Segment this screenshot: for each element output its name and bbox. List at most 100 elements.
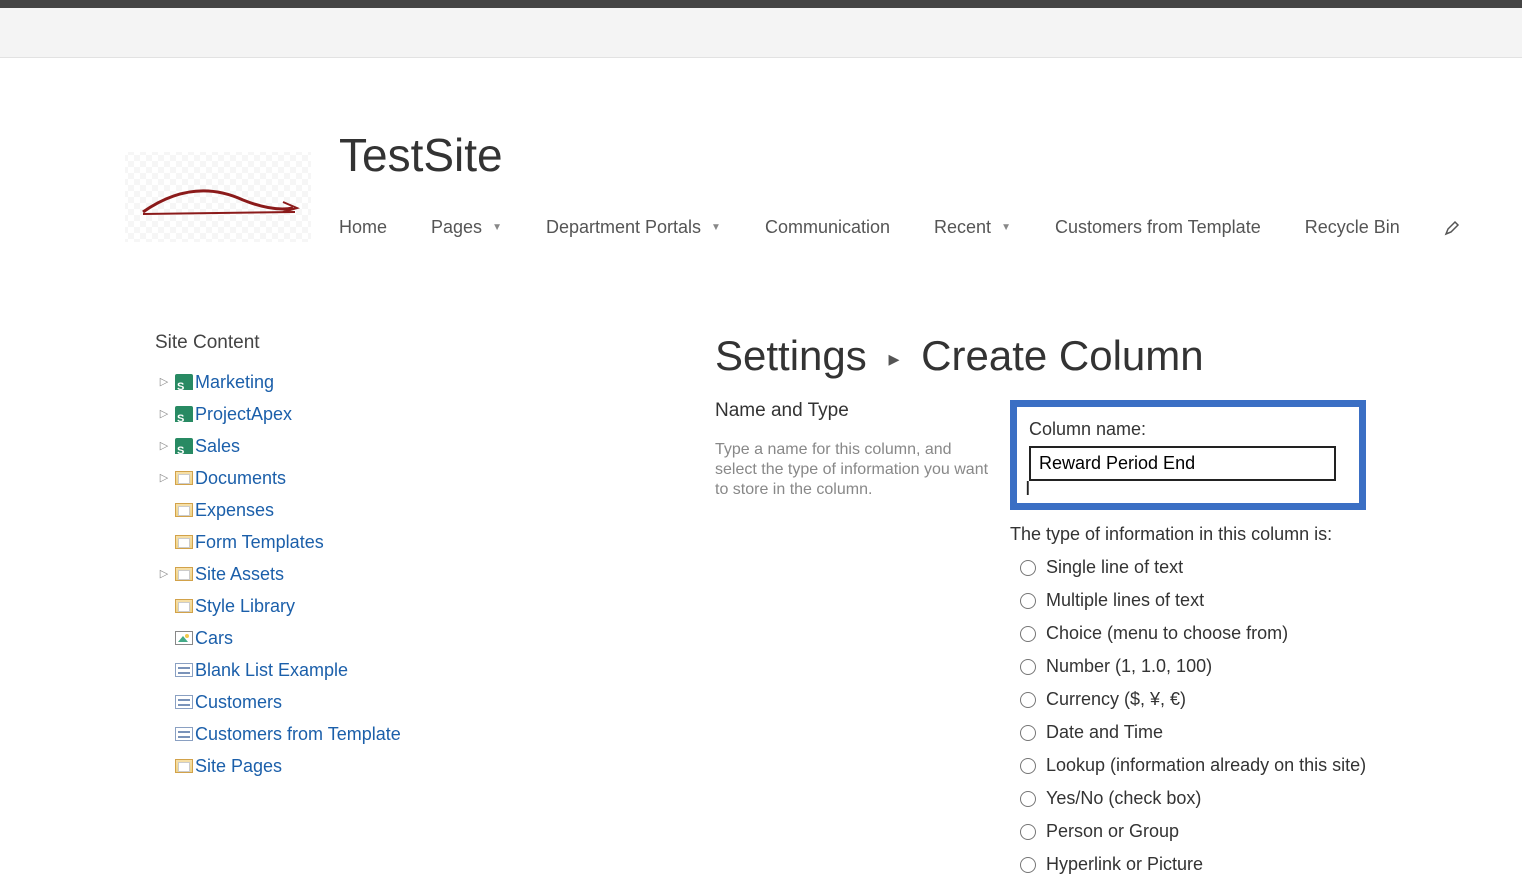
tree-link[interactable]: Style Library xyxy=(195,592,295,620)
type-option-number[interactable]: Number (1, 1.0, 100) xyxy=(1020,650,1492,683)
tree-link[interactable]: Expenses xyxy=(195,496,274,524)
nav-department-portals[interactable]: Department Portals ▼ xyxy=(546,217,721,238)
nav-label: Recycle Bin xyxy=(1305,217,1400,238)
nav-label: Customers from Template xyxy=(1055,217,1261,238)
tree-link[interactable]: Customers from Template xyxy=(195,720,401,748)
type-option-person-group[interactable]: Person or Group xyxy=(1020,815,1492,848)
section-heading: Name and Type xyxy=(715,400,990,422)
radio-input[interactable] xyxy=(1020,725,1036,741)
radio-input[interactable] xyxy=(1020,692,1036,708)
tree-link[interactable]: Blank List Example xyxy=(195,656,348,684)
text-cursor-icon: I xyxy=(1025,478,1031,501)
nav-pages[interactable]: Pages ▼ xyxy=(431,217,502,238)
tree-link[interactable]: Site Assets xyxy=(195,560,284,588)
radio-input[interactable] xyxy=(1020,560,1036,576)
radio-input[interactable] xyxy=(1020,659,1036,675)
list-icon xyxy=(173,695,195,709)
sidebar-title: Site Content xyxy=(155,332,565,354)
radio-input[interactable] xyxy=(1020,857,1036,873)
type-option-choice[interactable]: Choice (menu to choose from) xyxy=(1020,617,1492,650)
edit-nav-icon[interactable] xyxy=(1444,220,1460,236)
nav-communication[interactable]: Communication xyxy=(765,217,890,238)
type-option-lookup[interactable]: Lookup (information already on this site… xyxy=(1020,749,1492,782)
expand-icon[interactable]: ▷ xyxy=(155,368,173,396)
site-title[interactable]: TestSite xyxy=(339,128,1470,182)
ribbon-area xyxy=(0,8,1522,58)
site-content-tree: ▷ Marketing ▷ ProjectApex ▷ Sales ▷ Document… xyxy=(155,366,565,782)
library-icon xyxy=(173,535,195,549)
picture-library-icon xyxy=(173,631,195,645)
radio-input[interactable] xyxy=(1020,626,1036,642)
type-option-label: Person or Group xyxy=(1046,818,1179,845)
tree-item-form-templates[interactable]: Form Templates xyxy=(155,526,565,558)
tree-item-blank-list[interactable]: Blank List Example xyxy=(155,654,565,686)
column-type-label: The type of information in this column i… xyxy=(1010,524,1492,545)
column-name-label: Column name: xyxy=(1029,419,1347,440)
library-icon xyxy=(173,503,195,517)
main-content: Settings ▸ Create Column Name and Type T… xyxy=(565,332,1522,881)
tree-item-site-pages[interactable]: Site Pages xyxy=(155,750,565,782)
nav-home[interactable]: Home xyxy=(339,217,387,238)
tree-link[interactable]: Marketing xyxy=(195,368,274,396)
library-icon xyxy=(173,599,195,613)
settings-link[interactable]: Settings xyxy=(715,332,867,379)
sidebar: Site Content ▷ Marketing ▷ ProjectApex ▷ Sa… xyxy=(155,332,565,782)
type-option-label: Yes/No (check box) xyxy=(1046,785,1201,812)
expand-icon[interactable]: ▷ xyxy=(155,400,173,428)
type-option-single-line[interactable]: Single line of text xyxy=(1020,551,1492,584)
tree-link[interactable]: Site Pages xyxy=(195,752,282,780)
nav-label: Recent xyxy=(934,217,991,238)
subsite-icon xyxy=(173,406,195,422)
tree-item-style-library[interactable]: Style Library xyxy=(155,590,565,622)
column-name-input[interactable] xyxy=(1029,446,1336,481)
type-option-yes-no[interactable]: Yes/No (check box) xyxy=(1020,782,1492,815)
tree-link[interactable]: Customers xyxy=(195,688,282,716)
nav-recent[interactable]: Recent ▼ xyxy=(934,217,1011,238)
tree-link[interactable]: Cars xyxy=(195,624,233,652)
nav-customers-from-template[interactable]: Customers from Template xyxy=(1055,217,1261,238)
tree-item-site-assets[interactable]: ▷ Site Assets xyxy=(155,558,565,590)
tree-item-customers-from-template[interactable]: Customers from Template xyxy=(155,718,565,750)
page-title-text: Create Column xyxy=(921,332,1203,379)
name-and-type-section: Name and Type Type a name for this colum… xyxy=(715,400,1492,881)
radio-input[interactable] xyxy=(1020,758,1036,774)
tree-link[interactable]: Form Templates xyxy=(195,528,324,556)
column-type-options: Single line of text Multiple lines of te… xyxy=(1010,551,1492,881)
expand-icon[interactable]: ▷ xyxy=(155,432,173,460)
tree-link[interactable]: Documents xyxy=(195,464,286,492)
tree-item-projectapex[interactable]: ▷ ProjectApex xyxy=(155,398,565,430)
library-icon xyxy=(173,471,195,485)
nav-label: Department Portals xyxy=(546,217,701,238)
nav-recycle-bin[interactable]: Recycle Bin xyxy=(1305,217,1400,238)
type-option-label: Multiple lines of text xyxy=(1046,587,1204,614)
chevron-down-icon: ▼ xyxy=(711,222,721,233)
tree-item-customers[interactable]: Customers xyxy=(155,686,565,718)
chevron-down-icon: ▼ xyxy=(1001,222,1011,233)
tree-link[interactable]: Sales xyxy=(195,432,240,460)
type-option-hyperlink-picture[interactable]: Hyperlink or Picture xyxy=(1020,848,1492,881)
radio-input[interactable] xyxy=(1020,593,1036,609)
chevron-down-icon: ▼ xyxy=(492,222,502,233)
tree-item-documents[interactable]: ▷ Documents xyxy=(155,462,565,494)
tree-item-cars[interactable]: Cars xyxy=(155,622,565,654)
type-option-label: Choice (menu to choose from) xyxy=(1046,620,1288,647)
expand-icon[interactable]: ▷ xyxy=(155,560,173,588)
nav-label: Pages xyxy=(431,217,482,238)
section-description: Type a name for this column, and select … xyxy=(715,440,990,500)
type-option-label: Date and Time xyxy=(1046,719,1163,746)
radio-input[interactable] xyxy=(1020,791,1036,807)
expand-icon[interactable]: ▷ xyxy=(155,464,173,492)
site-logo[interactable] xyxy=(125,152,311,242)
type-option-label: Number (1, 1.0, 100) xyxy=(1046,653,1212,680)
tree-item-sales[interactable]: ▷ Sales xyxy=(155,430,565,462)
breadcrumb-separator-icon: ▸ xyxy=(888,346,899,371)
tree-link[interactable]: ProjectApex xyxy=(195,400,292,428)
type-option-date-time[interactable]: Date and Time xyxy=(1020,716,1492,749)
type-option-multiple-lines[interactable]: Multiple lines of text xyxy=(1020,584,1492,617)
tree-item-expenses[interactable]: Expenses xyxy=(155,494,565,526)
tree-item-marketing[interactable]: ▷ Marketing xyxy=(155,366,565,398)
type-option-label: Single line of text xyxy=(1046,554,1183,581)
type-option-currency[interactable]: Currency ($, ¥, €) xyxy=(1020,683,1492,716)
site-header: TestSite Home Pages ▼ Department Portals ▼… xyxy=(0,58,1522,242)
radio-input[interactable] xyxy=(1020,824,1036,840)
